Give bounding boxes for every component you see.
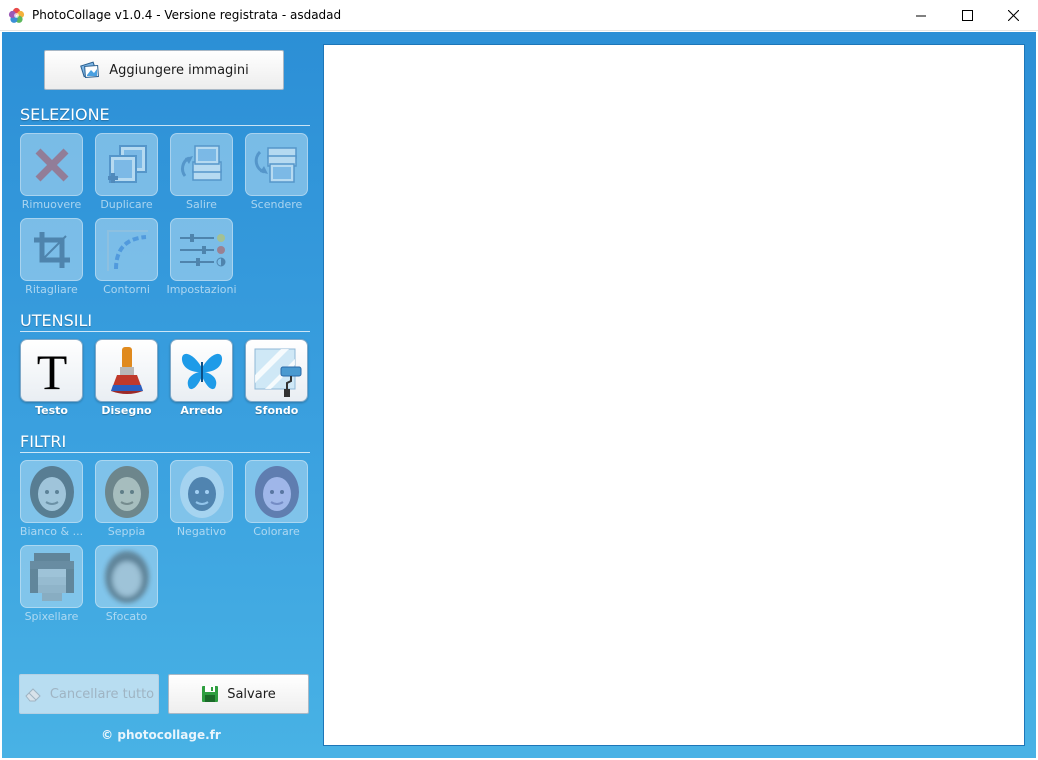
move-up-tool[interactable]: Salire: [164, 133, 239, 215]
border-icon: [106, 229, 148, 271]
move-up-tool-tile: [170, 133, 233, 196]
filter-negative-tool[interactable]: Negativo: [164, 460, 239, 542]
filter-blur-tool[interactable]: Sfocato: [89, 545, 164, 627]
copyright-footer: © photocollage.fr: [101, 728, 221, 742]
app-logo-icon: [8, 7, 25, 23]
decor-tool[interactable]: Arredo: [164, 339, 239, 421]
remove-tool[interactable]: Rimuovere: [14, 133, 89, 215]
background-tool-tile: [245, 339, 308, 402]
filter-blur-tile: [95, 545, 158, 608]
minimize-button[interactable]: [898, 0, 944, 31]
border-tool-label: Contorni: [103, 283, 150, 296]
crop-tool-label: Ritagliare: [25, 283, 78, 296]
filter-negative-tile: [170, 460, 233, 523]
filter-negative-icon: [179, 465, 224, 518]
add-images-icon: [80, 61, 100, 78]
close-button[interactable]: [990, 0, 1036, 31]
decor-tool-label: Arredo: [180, 404, 223, 417]
clear-all-label: Cancellare tutto: [49, 686, 155, 702]
paint-brush-icon: [110, 346, 143, 394]
filter-colorize-icon: [254, 465, 299, 518]
filter-bw-tile: [20, 460, 83, 523]
border-tool-tile: [95, 218, 158, 281]
text-tool-tile: T: [20, 339, 83, 402]
decor-tool-tile: [170, 339, 233, 402]
filter-pixelate-tile: [20, 545, 83, 608]
move-up-icon: [180, 144, 222, 181]
save-label: Salvare: [227, 686, 276, 702]
settings-tool[interactable]: Impostazioni: [164, 218, 239, 300]
svg-text:T: T: [36, 347, 67, 395]
canvas-area: [320, 32, 1036, 758]
section-title-selection: SELEZIONE: [20, 105, 310, 126]
crop-tool[interactable]: Ritagliare: [14, 218, 89, 300]
title-bar: PhotoCollage v1.0.4 - Versione registrat…: [0, 0, 1038, 31]
butterfly-icon: [181, 353, 222, 389]
filter-blur-icon: [104, 550, 149, 603]
filter-colorize-label: Colorare: [253, 525, 300, 538]
minimize-icon: [916, 15, 926, 16]
filter-bw-tool[interactable]: Bianco & ...: [14, 460, 89, 542]
move-down-tool[interactable]: Scendere: [239, 133, 314, 215]
background-tool-label: Sfondo: [254, 404, 299, 417]
filter-sepia-label: Seppia: [107, 525, 146, 538]
draw-tool-label: Disegno: [101, 404, 152, 417]
sidebar: Aggiungere immagini SELEZIONE Rimuovere …: [2, 32, 320, 758]
filter-pixelate-tool[interactable]: Spixellare: [14, 545, 89, 627]
move-down-tool-tile: [245, 133, 308, 196]
section-title-tools: UTENSILI: [20, 311, 310, 332]
draw-tool[interactable]: Disegno: [89, 339, 164, 421]
maximize-button[interactable]: [944, 0, 990, 31]
section-title-filters: FILTRI: [20, 432, 310, 453]
maximize-icon: [961, 10, 973, 21]
filter-blur-label: Sfocato: [105, 610, 148, 623]
add-images-button[interactable]: Aggiungere immagini: [44, 50, 284, 90]
move-down-icon: [254, 146, 297, 183]
duplicate-tool-label: Duplicare: [100, 198, 153, 211]
filter-bw-label: Bianco & ...: [19, 525, 84, 538]
filter-sepia-tool[interactable]: Seppia: [89, 460, 164, 542]
background-tool[interactable]: Sfondo: [239, 339, 314, 421]
floppy-disk-icon: [202, 686, 219, 702]
save-button[interactable]: Salvare: [168, 674, 309, 714]
crop-icon: [33, 231, 70, 268]
settings-tool-tile: [170, 218, 233, 281]
text-tool[interactable]: T Testo: [14, 339, 89, 421]
filter-negative-label: Negativo: [176, 525, 227, 538]
filter-sepia-icon: [104, 465, 149, 518]
settings-tool-label: Impostazioni: [166, 283, 237, 296]
filter-colorize-tool[interactable]: Colorare: [239, 460, 314, 542]
remove-tool-tile: [20, 133, 83, 196]
filter-pixelate-label: Spixellare: [24, 610, 79, 623]
sliders-icon: [179, 233, 225, 266]
remove-tool-label: Rimuovere: [21, 198, 82, 211]
crop-tool-tile: [20, 218, 83, 281]
border-tool[interactable]: Contorni: [89, 218, 164, 300]
move-down-tool-label: Scendere: [250, 198, 303, 211]
filter-bw-icon: [29, 465, 74, 518]
duplicate-tool-tile: [95, 133, 158, 196]
text-tool-label: Testo: [35, 404, 68, 417]
filter-sepia-tile: [95, 460, 158, 523]
add-images-label: Aggiungere immagini: [109, 62, 249, 78]
paint-roller-icon: [254, 348, 301, 397]
remove-x-icon: [35, 148, 68, 181]
window-title: PhotoCollage v1.0.4 - Versione registrat…: [32, 8, 342, 22]
filter-pixelate-icon: [29, 552, 74, 601]
duplicate-icon: [107, 144, 147, 183]
draw-tool-tile: [95, 339, 158, 402]
collage-canvas[interactable]: [323, 44, 1025, 746]
eraser-icon: [25, 688, 41, 702]
text-icon: T: [36, 347, 67, 395]
move-up-tool-label: Salire: [186, 198, 217, 211]
close-icon: [1007, 10, 1019, 21]
clear-all-button[interactable]: Cancellare tutto: [19, 674, 159, 714]
duplicate-tool[interactable]: Duplicare: [89, 133, 164, 215]
filter-colorize-tile: [245, 460, 308, 523]
